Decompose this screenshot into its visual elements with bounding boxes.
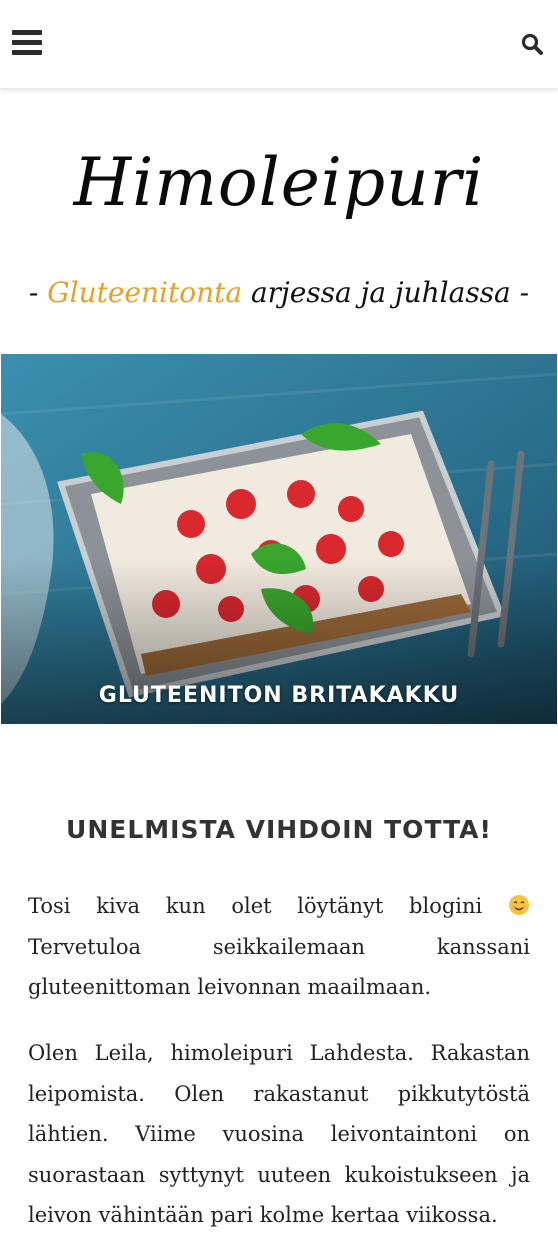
hamburger-menu-icon[interactable]	[12, 30, 42, 58]
hero-title[interactable]: GLUTEENITON BRITAKAKKU	[1, 683, 557, 708]
intro-p1-text-before: Tosi kiva kun olet löytänyt blogini	[28, 894, 508, 918]
intro-p1-text-after: Tervetuloa seikkailemaan kanssani glutee…	[28, 934, 530, 1000]
search-icon[interactable]	[520, 32, 544, 56]
smiling-face-emoji-icon	[509, 895, 529, 915]
tagline-rest: arjessa ja juhlassa -	[242, 276, 530, 309]
featured-post-hero[interactable]: GLUTEENITON BRITAKAKKU	[1, 354, 557, 724]
site-branding: Himoleipuri	[0, 150, 558, 216]
site-tagline: - Gluteenitonta arjessa ja juhlassa -	[0, 276, 558, 309]
hero-image	[1, 354, 557, 724]
tagline-prefix: -	[28, 276, 48, 309]
site-logo[interactable]: Himoleipuri	[0, 150, 558, 216]
intro-paragraph-1: Tosi kiva kun olet löytänyt blogini Terv…	[28, 886, 530, 1008]
top-bar	[0, 0, 558, 88]
tagline-accent: Gluteenitonta	[47, 276, 243, 309]
section-heading: UNELMISTA VIHDOIN TOTTA!	[66, 815, 492, 844]
intro-paragraph-2: Olen Leila, himoleipuri Lahdesta. Rakast…	[28, 1041, 530, 1227]
